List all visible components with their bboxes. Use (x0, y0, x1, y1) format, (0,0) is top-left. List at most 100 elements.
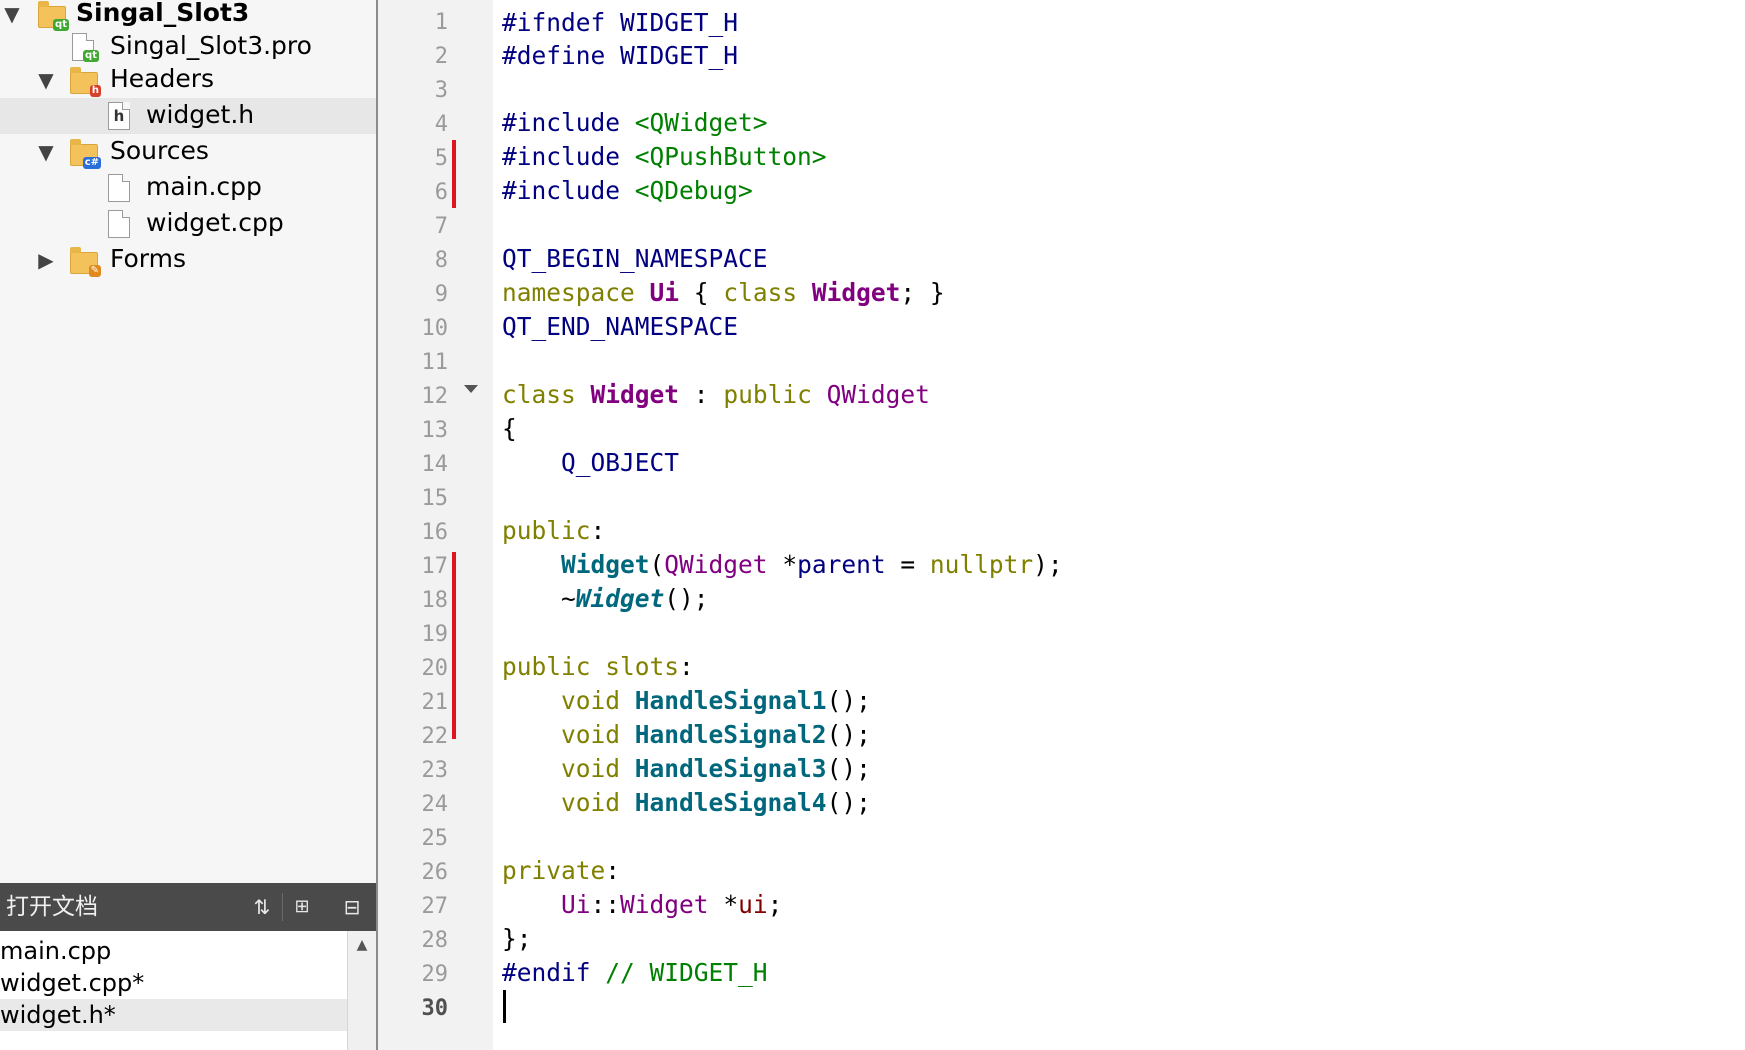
tree-item-label: Headers (110, 64, 215, 93)
token: // WIDGET_H (605, 958, 768, 987)
open-document-item[interactable]: widget.h* (0, 999, 348, 1031)
token: Q_OBJECT (561, 448, 680, 477)
fold-marker-icon[interactable] (464, 385, 478, 393)
token: <QPushButton> (634, 142, 827, 171)
source-file-icon (104, 174, 134, 202)
tree-item-pro-file[interactable]: qt Singal_Slot3.pro (0, 29, 376, 65)
text-cursor (503, 990, 506, 1023)
token: QWidget (664, 550, 768, 579)
code-line: #endif // WIDGET_H (502, 956, 768, 990)
line-number: 11 (421, 350, 449, 375)
line-number: 29 (421, 962, 449, 987)
qt-pro-file-icon: qt (68, 33, 99, 62)
token: Widget (575, 584, 665, 613)
code-line: public: (502, 516, 606, 545)
chevron-down-icon[interactable]: ▼ (0, 0, 24, 32)
line-number: 26 (421, 860, 449, 885)
tree-item-main-cpp[interactable]: main.cpp (0, 170, 376, 206)
token: Widget (590, 380, 680, 409)
open-documents-title: 打开文档 (6, 894, 98, 920)
token: HandleSignal1 (634, 686, 827, 715)
source-file-icon (104, 210, 134, 238)
token: #include (502, 142, 621, 171)
token: #endif (502, 958, 591, 987)
token: parent (797, 550, 886, 579)
tree-item-project[interactable]: ▼ qt Singal_Slot3 (0, 0, 376, 32)
change-marker (452, 140, 456, 208)
split-add-icon[interactable]: ⊞ (286, 891, 318, 923)
line-number: 18 (421, 588, 449, 613)
line-number: 30 (421, 996, 449, 1021)
header-file-icon: h (104, 102, 134, 130)
tree-item-label: widget.h (146, 100, 255, 129)
line-number: 17 (421, 554, 449, 579)
token: public (502, 652, 591, 681)
open-documents-panel: 打开文档 ⇅ ⊞ ⊟ main.cpp widget.cpp* widget.h… (0, 883, 376, 1050)
token: Ui (649, 278, 680, 307)
code-line: #define WIDGET_H (502, 39, 738, 73)
token: Ui (561, 890, 591, 919)
line-number: 2 (434, 44, 448, 69)
token: #ifndef (502, 8, 606, 37)
token: class (502, 380, 576, 409)
tree-item-label: widget.cpp (146, 208, 284, 237)
tree-item-label: Singal_Slot3.pro (110, 31, 312, 60)
code-line: Widget(QWidget *parent = nullptr); (561, 550, 1063, 579)
code-line: void HandleSignal1(); (561, 686, 871, 715)
tree-item-forms[interactable]: ▶ ✎ Forms (0, 242, 376, 278)
token: ui (738, 890, 768, 919)
token: <QWidget> (634, 108, 768, 137)
token: QT_END_NAMESPACE (502, 312, 739, 341)
line-number: 3 (434, 78, 448, 103)
line-number: 20 (421, 656, 449, 681)
line-number: 12 (421, 384, 449, 409)
code-line: #include <QDebug> (502, 174, 753, 208)
tree-item-label: Forms (110, 244, 187, 273)
line-number: 4 (434, 112, 448, 137)
code-line: QT_END_NAMESPACE (502, 310, 738, 344)
code-line: namespace Ui { class Widget; } (502, 278, 945, 307)
token: #include (502, 176, 621, 205)
token: WIDGET_H (620, 41, 739, 70)
open-document-item[interactable]: widget.cpp* (0, 967, 348, 999)
token: slots (605, 652, 680, 681)
code-line: #include <QPushButton> (502, 140, 827, 174)
code-line: class Widget : public QWidget (502, 380, 930, 409)
line-number: 9 (434, 282, 448, 307)
token: #include (502, 108, 621, 137)
tree-item-headers[interactable]: ▼ h Headers (0, 62, 376, 98)
token: public (502, 516, 591, 545)
code-line: { (502, 414, 517, 443)
token: <QDebug> (634, 176, 753, 205)
line-number: 8 (434, 248, 448, 273)
code-line: }; (502, 924, 532, 953)
open-documents-scrollbar[interactable]: ▲ (347, 931, 376, 1050)
tree-item-widget-cpp[interactable]: widget.cpp (0, 206, 376, 242)
tree-item-label: main.cpp (146, 172, 262, 201)
line-number: 22 (421, 724, 449, 749)
code-line: private: (502, 856, 621, 885)
sort-updown-icon[interactable]: ⇅ (246, 891, 278, 923)
token: void (561, 720, 621, 749)
chevron-down-icon[interactable]: ▼ (34, 62, 58, 98)
close-pane-icon[interactable]: ⊟ (336, 891, 368, 923)
code-line: void HandleSignal4(); (561, 788, 871, 817)
line-number: 28 (421, 928, 449, 953)
token: QWidget (826, 380, 930, 409)
line-number: 19 (421, 622, 449, 647)
line-number: 1 (434, 10, 448, 35)
token: QT_BEGIN_NAMESPACE (502, 244, 768, 273)
code-line: Ui::Widget *ui; (561, 890, 783, 919)
code-editor[interactable]: 1 2 3 4 5 6 7 8 9 10 11 12 13 14 15 16 17 18 19 20 21 22 23 24 2… (378, 0, 1745, 1050)
open-document-item[interactable]: main.cpp (0, 935, 348, 967)
token: public (723, 380, 812, 409)
open-documents-header: 打开文档 ⇅ ⊞ ⊟ (0, 883, 376, 931)
tree-item-sources[interactable]: ▼ c# Sources (0, 134, 376, 170)
line-number: 6 (434, 180, 448, 205)
code-line: ~Widget(); (502, 584, 709, 613)
code-line: Q_OBJECT (502, 446, 679, 480)
tree-item-widget-h[interactable]: h widget.h (0, 98, 376, 134)
chevron-down-icon[interactable]: ▼ (34, 134, 58, 170)
chevron-right-icon[interactable]: ▶ (34, 242, 58, 278)
scroll-up-icon[interactable]: ▲ (348, 935, 376, 955)
